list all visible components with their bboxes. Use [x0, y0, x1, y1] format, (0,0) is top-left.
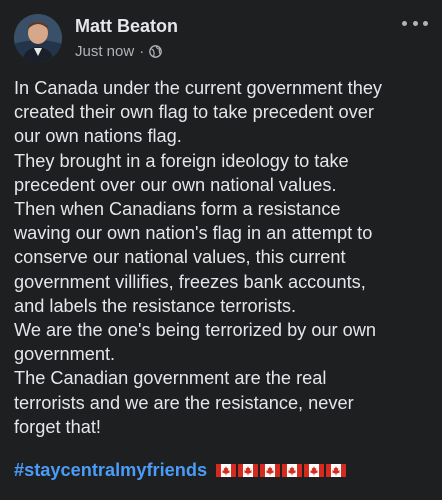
body-line: In Canada under the current government t…	[14, 78, 383, 98]
body-line: precedent over our own national values.	[14, 174, 337, 195]
body-line: waving our own nation's flag in an attem…	[14, 223, 373, 244]
body-line: government villifies, freezes bank accou…	[14, 271, 366, 292]
menu-dot	[412, 20, 418, 26]
hashtag-line: #staycentralmyfriends	[14, 458, 348, 482]
canada-flag-icon	[282, 463, 303, 477]
canada-flag-icon	[304, 463, 325, 477]
globe-icon[interactable]	[149, 45, 163, 58]
body-line: They brought in a foreign ideology to ta…	[14, 150, 349, 171]
author-name[interactable]: Matt Beaton	[75, 16, 178, 37]
hashtag-link[interactable]: #staycentralmyfriends	[14, 460, 207, 481]
author-avatar[interactable]	[14, 14, 62, 62]
body-line: created their own flag to take precedent…	[14, 102, 374, 123]
post-meta: Just now ·	[75, 43, 163, 60]
canada-flag-icon	[260, 463, 281, 477]
canada-flag-icon	[326, 463, 347, 477]
body-line: government.	[14, 344, 116, 365]
menu-dot	[402, 20, 407, 26]
meta-separator: ·	[139, 43, 145, 60]
body-line: We are the one's being terrorized by our…	[14, 320, 377, 341]
menu-dot	[423, 20, 428, 26]
body-line: forget that!	[14, 416, 101, 437]
canada-flag-icon	[216, 463, 237, 477]
body-line: conserve our national values, this curre…	[14, 247, 346, 268]
body-line: and labels the resistance terrorists.	[14, 295, 297, 316]
more-options-icon[interactable]	[402, 14, 428, 32]
facebook-post: Matt Beaton Just now · In Canada under t…	[0, 0, 442, 500]
body-line: our own nations flag.	[14, 126, 182, 147]
body-line: The Canadian government are the real	[14, 368, 327, 389]
post-timestamp[interactable]: Just now	[75, 43, 134, 60]
post-body: In Canada under the current government t…	[14, 76, 432, 439]
flag-emoji-row	[216, 463, 348, 477]
canada-flag-icon	[238, 463, 259, 477]
body-line: Then when Canadians form a resistance	[14, 199, 341, 220]
body-line: terrorists and we are the resistance, ne…	[14, 392, 354, 413]
